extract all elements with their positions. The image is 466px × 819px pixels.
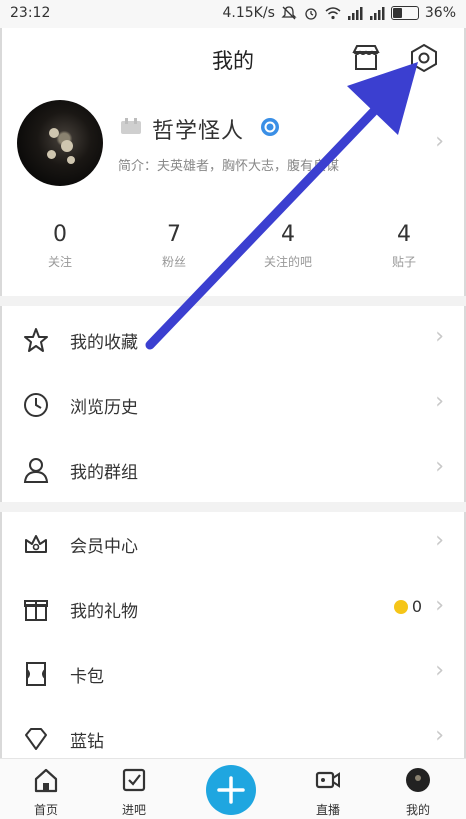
chevron-right-icon: ›	[435, 723, 444, 748]
stats-row: 0 关注 7 粉丝 4 关注的吧 4 贴子	[0, 222, 466, 282]
card-icon	[26, 662, 46, 686]
chevron-right-icon: ›	[435, 658, 444, 683]
stat-number: 0	[53, 222, 67, 247]
star-icon	[24, 328, 48, 352]
nav-mine[interactable]: 我的	[388, 767, 448, 818]
diamond-icon	[25, 728, 47, 750]
stat-label: 关注	[47, 255, 72, 269]
profile-bio: 简介：夫英雄者，胸怀大志，腹有良谋	[118, 159, 340, 174]
status-bar: 23:12 4.15K/s 36%	[0, 0, 466, 28]
post-plus-button[interactable]	[206, 765, 256, 815]
wifi-icon	[325, 7, 341, 20]
battery-icon	[390, 6, 419, 20]
menu-item-membership[interactable]: 会员中心 ›	[0, 512, 466, 576]
stat-number: 4	[397, 222, 411, 247]
signal-icon-1	[347, 7, 363, 20]
group-icon	[23, 458, 49, 483]
coin-icon	[393, 599, 408, 614]
page-title: 我的	[212, 49, 254, 73]
stat-followed-bars[interactable]: 4 关注的吧	[238, 222, 338, 270]
stat-following[interactable]: 0 关注	[10, 222, 110, 270]
stat-number: 4	[281, 222, 295, 247]
status-time: 23:12	[10, 5, 51, 21]
chevron-right-icon: ›	[435, 454, 444, 479]
menu-item-label: 浏览历史	[70, 398, 138, 418]
verified-icon	[261, 118, 279, 136]
avatar[interactable]	[17, 100, 103, 186]
bell-muted-icon	[281, 6, 297, 20]
battery-percent: 36%	[424, 5, 456, 21]
page-header: 我的	[0, 28, 466, 88]
signal-icon-2	[369, 7, 385, 20]
menu-item-label: 卡包	[70, 667, 104, 687]
gift-count: 0	[393, 597, 422, 616]
stat-posts[interactable]: 4 贴子	[354, 222, 454, 270]
crown-icon	[25, 535, 47, 553]
bottom-nav: 首页 进吧 直播 我的	[0, 758, 466, 819]
section-divider	[0, 296, 466, 306]
stat-label: 关注的吧	[263, 255, 312, 269]
nav-live[interactable]: 直播	[298, 767, 358, 818]
stat-label: 贴子	[391, 255, 416, 269]
profile-card[interactable]: 哲学怪人 简介：夫英雄者，胸怀大志，腹有良谋 ›	[0, 95, 466, 195]
stat-fans[interactable]: 7 粉丝	[124, 222, 224, 270]
network-speed: 4.15K/s	[222, 5, 275, 21]
nav-label: 首页	[33, 803, 58, 817]
level-badge-icon	[121, 118, 141, 134]
menu-item-favorites[interactable]: 我的收藏 ›	[0, 308, 466, 372]
store-icon[interactable]	[350, 42, 382, 74]
gift-count-value: 0	[411, 597, 422, 616]
clock-icon	[24, 393, 48, 417]
checkbox-icon	[122, 768, 146, 792]
menu-item-cardpack[interactable]: 卡包 ›	[0, 642, 466, 706]
menu-item-label: 会员中心	[70, 537, 138, 557]
video-icon	[315, 771, 340, 789]
nav-home[interactable]: 首页	[16, 767, 76, 818]
chevron-right-icon: ›	[435, 528, 444, 553]
menu-item-label: 我的礼物	[70, 602, 138, 622]
chevron-right-icon: ›	[435, 389, 444, 414]
section-divider	[0, 502, 466, 512]
nav-enter-bar[interactable]: 进吧	[104, 767, 164, 818]
menu-item-groups[interactable]: 我的群组 ›	[0, 438, 466, 502]
stat-number: 7	[167, 222, 181, 247]
chevron-right-icon: ›	[435, 593, 444, 618]
nav-label: 直播	[315, 803, 340, 817]
chevron-right-icon: ›	[435, 129, 444, 154]
avatar-icon	[406, 768, 430, 792]
nav-label: 我的	[405, 803, 430, 817]
gift-icon	[24, 600, 48, 621]
home-icon	[34, 768, 58, 793]
stat-label: 粉丝	[161, 255, 186, 269]
username: 哲学怪人	[152, 119, 245, 144]
alarm-icon	[305, 8, 317, 20]
hexagon-settings-icon[interactable]	[408, 42, 440, 74]
nav-label: 进吧	[121, 803, 146, 817]
menu-item-label: 我的收藏	[70, 333, 138, 353]
menu-item-label: 蓝钻	[70, 732, 104, 752]
menu-item-history[interactable]: 浏览历史 ›	[0, 373, 466, 437]
plus-icon	[217, 776, 245, 804]
menu-item-gifts[interactable]: 我的礼物 0 ›	[0, 577, 466, 641]
menu-item-label: 我的群组	[70, 463, 138, 483]
chevron-right-icon: ›	[435, 324, 444, 349]
